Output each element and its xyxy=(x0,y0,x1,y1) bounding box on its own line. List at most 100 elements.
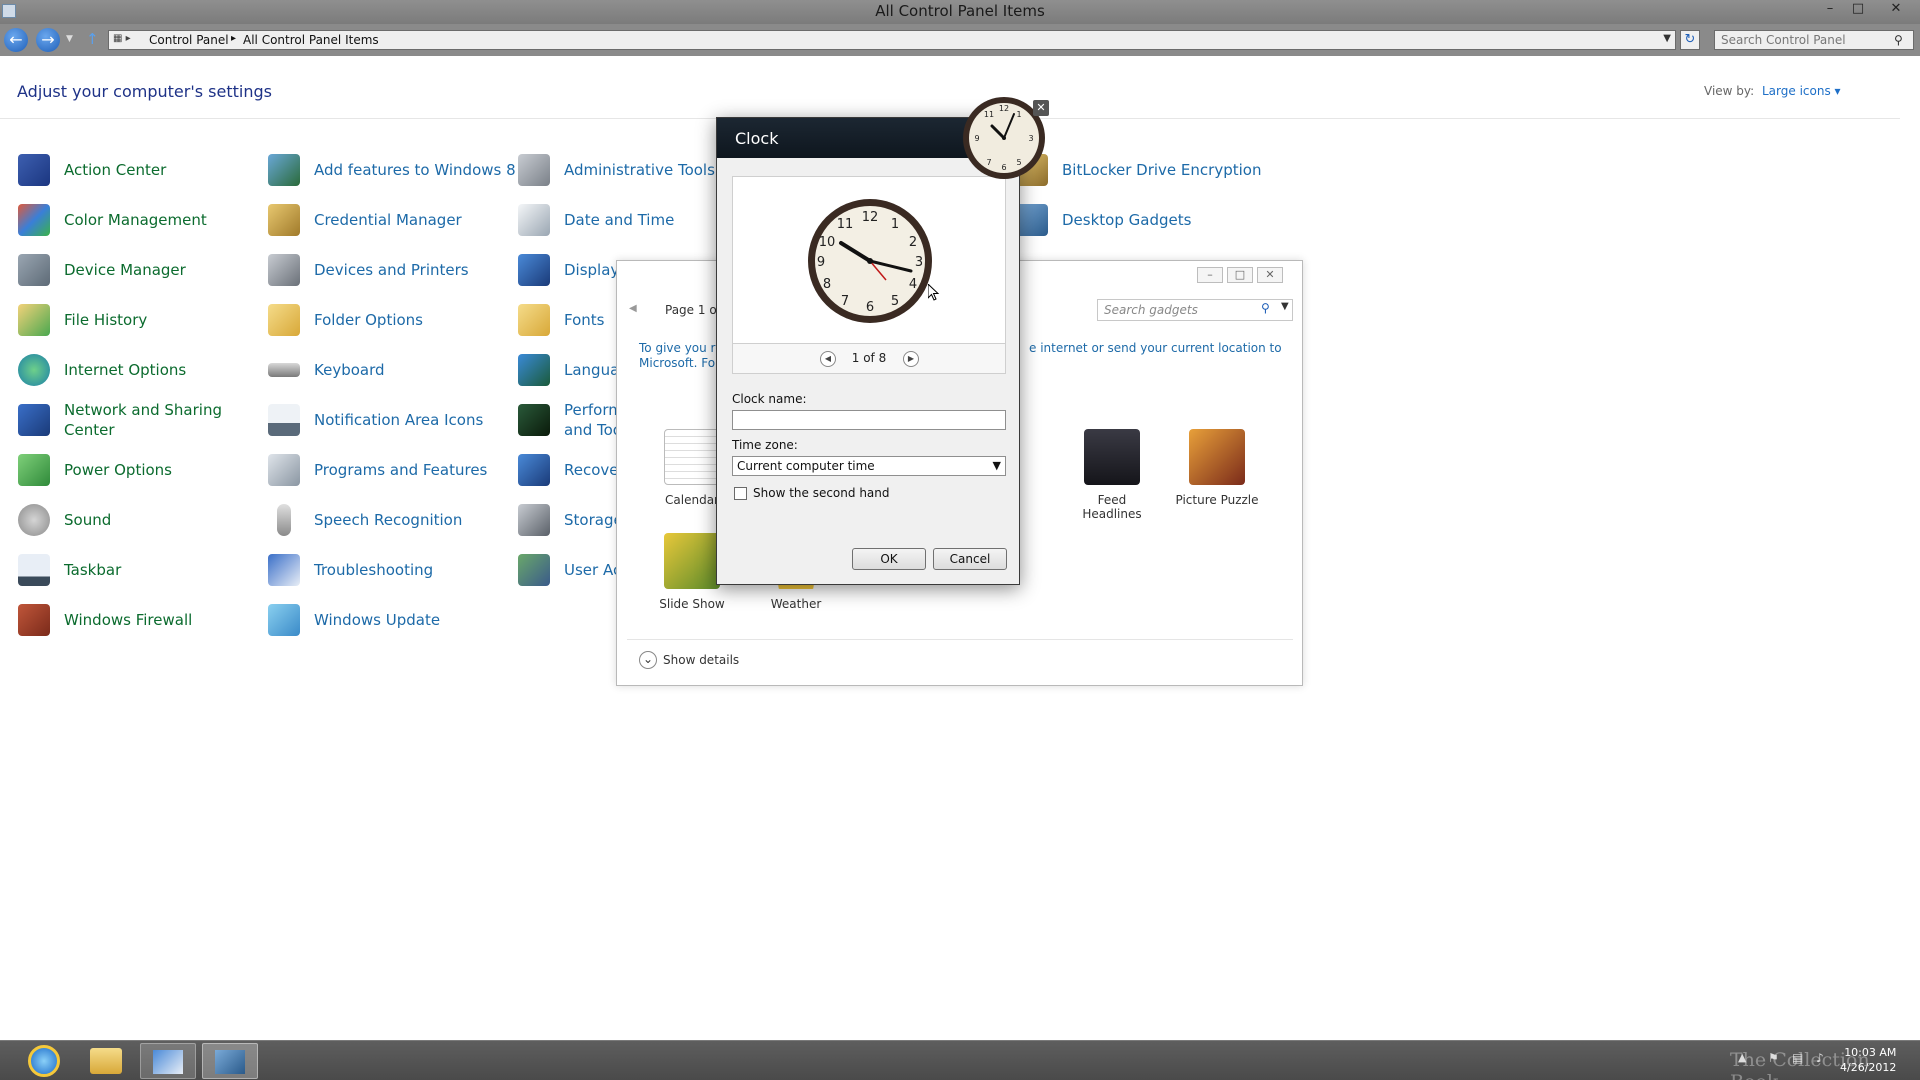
svg-text:1: 1 xyxy=(891,217,899,232)
svg-text:7: 7 xyxy=(986,158,991,167)
ok-button[interactable]: OK xyxy=(852,548,926,570)
time-zone-select[interactable]: Current computer time ▼ xyxy=(732,456,1006,476)
address-dropdown-icon[interactable]: ▼ xyxy=(1663,33,1671,44)
minimize-button[interactable]: – xyxy=(1818,0,1842,18)
breadcrumb-all-items[interactable]: All Control Panel Items xyxy=(243,33,379,47)
gadgets-close-button[interactable]: ✕ xyxy=(1257,267,1283,283)
svg-text:5: 5 xyxy=(891,294,899,309)
item-date-time[interactable]: Date and Time xyxy=(518,200,674,240)
recent-pages-icon[interactable]: ▼ xyxy=(66,34,73,44)
close-button[interactable]: ✕ xyxy=(1884,0,1908,18)
file-explorer-icon[interactable] xyxy=(78,1043,134,1079)
item-taskbar[interactable]: Taskbar xyxy=(18,550,121,590)
mouse-cursor-icon xyxy=(928,284,940,301)
time-zone-label: Time zone: xyxy=(732,438,798,452)
next-clock-button[interactable]: ▶ xyxy=(903,351,919,367)
item-windows-firewall[interactable]: Windows Firewall xyxy=(18,600,192,640)
item-device-manager[interactable]: Device Manager xyxy=(18,250,186,290)
item-performance[interactable]: Perform and Too xyxy=(518,400,624,440)
item-administrative-tools[interactable]: Administrative Tools xyxy=(518,150,715,190)
item-bitlocker[interactable]: BitLocker Drive Encryption xyxy=(1016,150,1261,190)
gadgets-minimize-button[interactable]: – xyxy=(1197,267,1223,283)
item-folder-options[interactable]: Folder Options xyxy=(268,300,423,340)
notification-icon xyxy=(268,404,300,436)
network-tray-icon[interactable]: ▤ xyxy=(1792,1051,1803,1065)
item-recovery[interactable]: Recover xyxy=(518,450,625,490)
back-button[interactable]: ← xyxy=(4,28,28,52)
gadgets-search-icon[interactable]: ⚲ xyxy=(1261,301,1270,315)
window-title: All Control Panel Items xyxy=(875,2,1045,20)
item-speech-recognition[interactable]: Speech Recognition xyxy=(268,500,462,540)
maximize-button[interactable]: □ xyxy=(1846,0,1870,18)
item-color-management[interactable]: Color Management xyxy=(18,200,207,240)
item-add-features[interactable]: Add features to Windows 8 xyxy=(268,150,516,190)
svg-text:10: 10 xyxy=(819,235,836,250)
gadgets-search-dropdown-icon[interactable]: ▼ xyxy=(1281,301,1289,312)
gadgets-prev-page-icon[interactable]: ◀ xyxy=(629,303,637,314)
internet-explorer-icon[interactable] xyxy=(16,1043,72,1079)
flag-icon[interactable]: ⚑ xyxy=(1768,1051,1779,1065)
item-notification-area[interactable]: Notification Area Icons xyxy=(268,400,483,440)
item-storage-spaces[interactable]: Storage xyxy=(518,500,623,540)
search-icon[interactable]: ⚲ xyxy=(1894,33,1903,47)
svg-text:6: 6 xyxy=(866,300,874,315)
item-file-history[interactable]: File History xyxy=(18,300,147,340)
show-details-toggle[interactable]: ⌄ Show details xyxy=(639,651,739,669)
item-desktop-gadgets[interactable]: Desktop Gadgets xyxy=(1016,200,1191,240)
second-hand-checkbox[interactable]: Show the second hand xyxy=(734,486,890,500)
folder-icon xyxy=(268,304,300,336)
item-devices-printers[interactable]: Devices and Printers xyxy=(268,250,469,290)
desktop-gadgets-taskbar-icon[interactable] xyxy=(202,1043,258,1079)
svg-text:3: 3 xyxy=(1028,134,1033,143)
svg-text:4: 4 xyxy=(909,277,917,292)
item-fonts[interactable]: Fonts xyxy=(518,300,604,340)
firewall-icon xyxy=(18,604,50,636)
item-credential-manager[interactable]: Credential Manager xyxy=(268,200,462,240)
globe-icon xyxy=(18,354,50,386)
refresh-icon[interactable]: ↻ xyxy=(1680,30,1700,50)
clock-tray[interactable]: 10:03 AM 4/26/2012 xyxy=(1840,1045,1896,1075)
view-by-label: View by: xyxy=(1704,84,1755,98)
svg-text:1: 1 xyxy=(1016,110,1021,119)
picture-puzzle-gadget-icon xyxy=(1189,429,1245,485)
control-panel-taskbar-icon[interactable] xyxy=(140,1043,196,1079)
title-bar: All Control Panel Items – □ ✕ xyxy=(0,0,1920,24)
item-troubleshooting[interactable]: Troubleshooting xyxy=(268,550,433,590)
item-language[interactable]: Languag xyxy=(518,350,629,390)
checkbox-box[interactable] xyxy=(734,486,747,500)
item-sound[interactable]: Sound xyxy=(18,500,111,540)
admin-tools-icon xyxy=(518,154,550,186)
breadcrumb-control-panel[interactable]: Control Panel xyxy=(149,33,229,47)
power-icon xyxy=(18,454,50,486)
item-programs-features[interactable]: Programs and Features xyxy=(268,450,487,490)
divider xyxy=(627,639,1293,640)
cancel-button[interactable]: Cancel xyxy=(933,548,1007,570)
item-user-accounts[interactable]: User Ac xyxy=(518,550,621,590)
file-history-icon xyxy=(18,304,50,336)
forward-button[interactable]: → xyxy=(36,28,60,52)
gadget-close-icon[interactable]: ✕ xyxy=(1033,100,1049,116)
item-power-options[interactable]: Power Options xyxy=(18,450,172,490)
volume-icon[interactable]: ♪ xyxy=(1816,1051,1824,1065)
gadget-feed-headlines[interactable]: Feed Headlines xyxy=(1067,429,1157,521)
view-by-dropdown[interactable]: Large icons ▾ xyxy=(1762,84,1841,98)
item-display[interactable]: Display xyxy=(518,250,619,290)
troubleshooting-icon xyxy=(268,554,300,586)
network-icon xyxy=(18,404,50,436)
windows-update-icon xyxy=(268,604,300,636)
gadget-picture-puzzle[interactable]: Picture Puzzle xyxy=(1172,429,1262,507)
search-control-panel-input[interactable]: Search Control Panel xyxy=(1714,30,1914,50)
gadgets-maximize-button[interactable]: □ xyxy=(1227,267,1253,283)
tray-arrow-icon[interactable]: ▲ xyxy=(1738,1051,1746,1064)
feed-headlines-gadget-icon xyxy=(1084,429,1140,485)
svg-text:11: 11 xyxy=(984,110,994,119)
address-box[interactable]: ▦ ▸ Control Panel ▸ All Control Panel It… xyxy=(108,30,1676,50)
item-network-sharing[interactable]: Network and Sharing Center xyxy=(18,400,234,440)
item-keyboard[interactable]: Keyboard xyxy=(268,350,385,390)
item-windows-update[interactable]: Windows Update xyxy=(268,600,440,640)
clock-face-icon: 12 12 3 45 6 78 9 1011 xyxy=(808,199,932,323)
up-arrow-icon[interactable]: ↑ xyxy=(86,30,99,48)
item-action-center[interactable]: Action Center xyxy=(18,150,166,190)
clock-name-field[interactable] xyxy=(732,410,1006,430)
item-internet-options[interactable]: Internet Options xyxy=(18,350,186,390)
